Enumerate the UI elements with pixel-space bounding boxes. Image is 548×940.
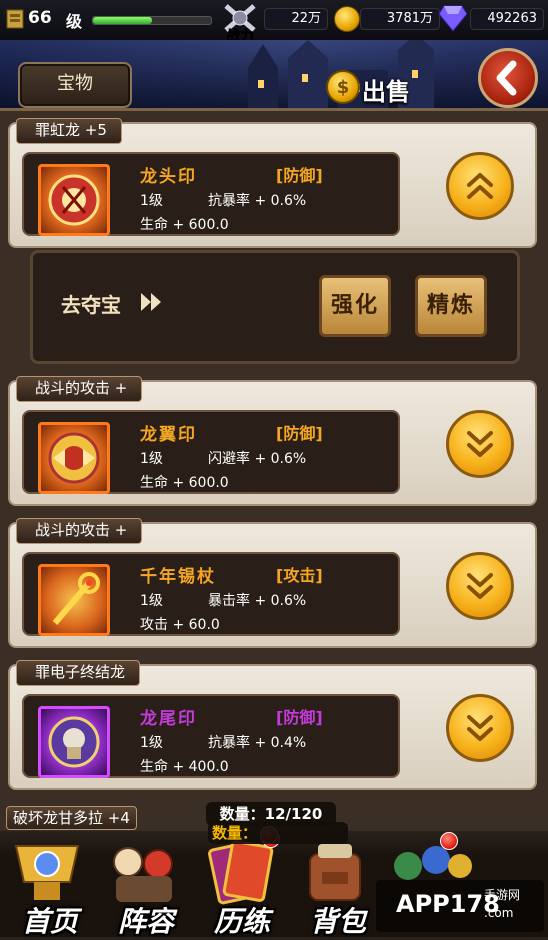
- nav-lineup[interactable]: 阵容: [96, 830, 192, 938]
- chevron-left-icon: [496, 60, 517, 96]
- treasure-card: 罪电子终结龙 龙尾印 [防御] 1级 抗暴率 + 0.4% 生命 + 400.0: [8, 660, 537, 790]
- double-chevron-right-icon[interactable]: [139, 291, 165, 313]
- treasure-action-panel: 去夺宝 强化 精炼: [30, 250, 520, 364]
- treasure-name: 龙头印: [140, 167, 197, 187]
- refine-button[interactable]: 精炼: [415, 275, 487, 337]
- more-notification-dot: [440, 832, 458, 850]
- bag-backpack-icon: [309, 844, 361, 901]
- treasure-card: 战斗的攻击 + 千年锡杖 [攻击] 1级 暴击率 + 0.6% 攻击 + 60.…: [8, 518, 537, 648]
- treasure-stat-b: 生命 + 600.0: [140, 217, 229, 233]
- treasure-name: 龙尾印: [140, 709, 197, 729]
- treasure-level: 1级: [140, 735, 163, 751]
- gem-value: 492263: [470, 8, 544, 30]
- nav-lineup-label: 阵容: [117, 905, 174, 938]
- enhance-button[interactable]: 强化: [319, 275, 391, 337]
- chevron-down-icon: [467, 573, 493, 599]
- gold-value: 3781万: [360, 8, 440, 30]
- nav-home[interactable]: 首页: [0, 830, 96, 938]
- treasure-level: 1级: [140, 193, 163, 209]
- gold-coin-icon: [334, 6, 360, 32]
- treasure-name: 千年锡杖: [140, 567, 216, 587]
- power-value: 22万: [264, 8, 328, 30]
- back-button[interactable]: [478, 48, 538, 108]
- site-watermark: APP178 手游网 .com: [376, 880, 544, 932]
- watermark-domain: .com: [484, 906, 514, 920]
- treasure-type: [攻击]: [276, 566, 323, 585]
- owner-label: 罪电子终结龙: [16, 660, 141, 686]
- treasure-stat-a: 抗暴率 + 0.6%: [208, 193, 307, 209]
- inventory-count-secondary: 数量：: [208, 822, 348, 844]
- chevron-down-icon: [467, 715, 493, 741]
- dragon-tail-seal-icon[interactable]: [38, 706, 110, 778]
- treasure-info: 龙翼印 [防御] 1级 闪避率 + 0.6% 生命 + 600.0: [22, 410, 400, 494]
- watermark-sub: 手游网: [484, 888, 521, 902]
- treasure-info: 龙头印 [防御] 1级 抗暴率 + 0.6% 生命 + 600.0: [22, 152, 400, 236]
- nav-bag-label: 背包: [309, 905, 366, 938]
- treasure-stat-b: 生命 + 400.0: [140, 759, 229, 775]
- chevron-up-icon: [467, 173, 493, 199]
- expand-button[interactable]: [446, 552, 514, 620]
- chevron-down-icon: [467, 431, 493, 457]
- power-emblem-icon: 战力: [224, 4, 256, 44]
- treasure-name: 龙翼印: [140, 425, 197, 445]
- owner-label: 罪虹龙 +5: [16, 118, 122, 144]
- treasure-stat-a: 闪避率 + 0.6%: [208, 451, 307, 467]
- lineup-heroes-icon: [113, 847, 173, 902]
- dragon-head-seal-icon[interactable]: [38, 164, 110, 236]
- home-trophy-icon: [14, 845, 80, 900]
- treasure-stat-b: 生命 + 600.0: [140, 475, 229, 491]
- collapse-button[interactable]: [446, 152, 514, 220]
- treasure-level: 1级: [140, 593, 163, 609]
- treasure-card: 战斗的攻击 + 龙翼印 [防御] 1级 闪避率 + 0.6% 生命 + 600.…: [8, 376, 537, 506]
- treasure-level: 1级: [140, 451, 163, 467]
- thousand-year-staff-icon[interactable]: [38, 564, 110, 636]
- diamond-icon: [438, 5, 468, 32]
- nav-home-label: 首页: [21, 905, 78, 938]
- level-label: 级: [66, 12, 83, 31]
- player-level: 66: [28, 8, 52, 28]
- treasure-stat-b: 攻击 + 60.0: [140, 617, 220, 633]
- nav-training[interactable]: 历练: [192, 830, 288, 938]
- owner-label: 破坏龙甘多拉 +4: [6, 806, 137, 830]
- treasure-info: 龙尾印 [防御] 1级 抗暴率 + 0.4% 生命 + 400.0: [22, 694, 400, 778]
- owner-label: 战斗的攻击 +: [16, 376, 143, 402]
- treasure-type: [防御]: [276, 424, 323, 443]
- tab-treasure[interactable]: 宝物: [18, 62, 132, 108]
- vip-level-icon: [6, 9, 24, 29]
- experience-bar: [92, 16, 212, 25]
- treasure-card: 罪虹龙 +5 龙头印 [防御] 1级 抗暴率 + 0.6% 生命 + 600.0: [8, 118, 537, 248]
- experience-fill: [93, 17, 152, 24]
- nav-training-label: 历练: [213, 905, 270, 938]
- nav-bag[interactable]: 背包: [288, 830, 384, 938]
- sell-label: 出售: [362, 78, 410, 106]
- treasure-info: 千年锡杖 [攻击] 1级 暴击率 + 0.6% 攻击 + 60.0: [22, 552, 400, 636]
- dragon-wing-seal-icon[interactable]: [38, 422, 110, 494]
- top-status-bar: 66 级 战力 22万 3781万 492263: [0, 0, 548, 44]
- treasure-stat-a: 抗暴率 + 0.4%: [208, 735, 307, 751]
- treasure-type: [防御]: [276, 708, 323, 727]
- go-loot-link[interactable]: 去夺宝: [61, 289, 121, 318]
- expand-button[interactable]: [446, 694, 514, 762]
- sell-coin-icon: $: [326, 70, 360, 104]
- treasure-stat-a: 暴击率 + 0.6%: [208, 593, 307, 609]
- expand-button[interactable]: [446, 410, 514, 478]
- treasure-type: [防御]: [276, 166, 323, 185]
- owner-label: 战斗的攻击 +: [16, 518, 143, 544]
